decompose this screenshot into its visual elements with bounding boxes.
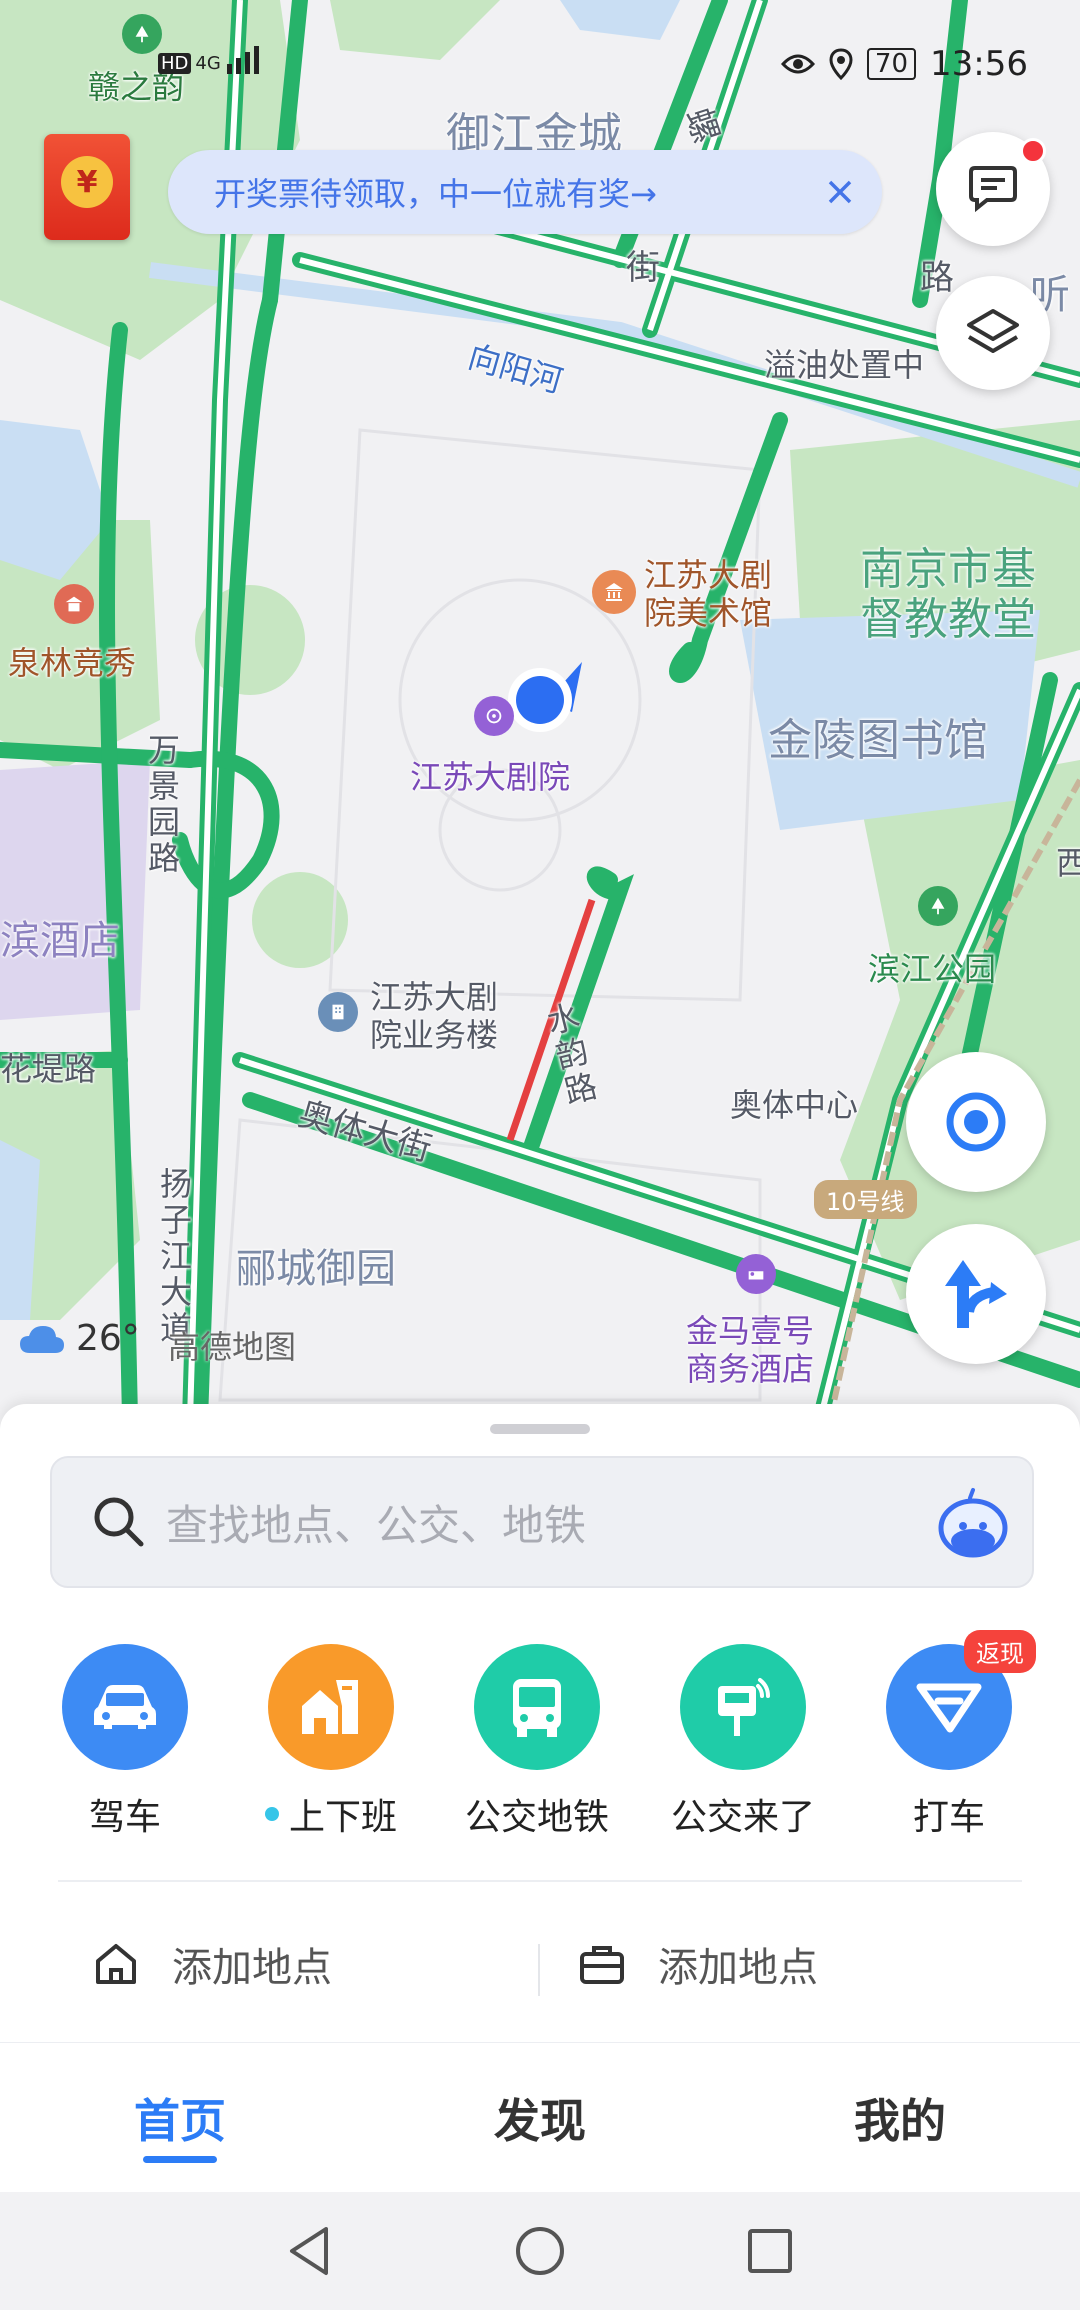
bus-arrival-label: 公交来了 [670, 1797, 815, 1838]
business-building-pin-icon[interactable] [318, 992, 358, 1032]
cashback-badge: 返现 [964, 1630, 1036, 1673]
metro-line-10-badge: 10号线 [814, 1180, 917, 1219]
map-label-jie: 街 [626, 248, 660, 288]
add-home-button[interactable]: 添加地点 [0, 1935, 540, 1993]
eye-icon [780, 52, 815, 76]
back-icon[interactable] [280, 2221, 340, 2281]
red-packet-button[interactable]: ¥ [44, 134, 130, 240]
map-label-aoti-center: 奥体中心 [730, 1086, 859, 1124]
tab-discover-label: 发现 [494, 2094, 586, 2148]
map-label-jiangsu-theatre: 江苏大剧院 [410, 758, 571, 796]
sheet-drag-handle[interactable] [490, 1424, 590, 1434]
quick-actions: 驾车 上下班 公交地铁 公交来了 返现 打车 [0, 1630, 1080, 1840]
cloud-icon [20, 1325, 64, 1353]
bottom-sheet: 查找地点、公交、地铁 驾车 上下班 公交地铁 公交来了 返现 打车 添加地点 添… [0, 1404, 1080, 2044]
map-label-nanjing-church: 南京市基 督教教堂 [860, 544, 1036, 645]
car-icon [62, 1644, 188, 1770]
commute-dot [264, 1807, 279, 1821]
map-label-binjiang-park: 滨江公园 [868, 950, 997, 988]
battery-level: 70 [874, 49, 909, 79]
search-icon [90, 1493, 148, 1551]
map-label-wanjingyuan: 万 景 园 路 [148, 731, 181, 877]
network-indicator: HD 4G [158, 44, 265, 74]
network-type: 4G [195, 53, 221, 74]
drive-label: 驾车 [88, 1797, 161, 1838]
route-arrow-icon [945, 1260, 1007, 1328]
taxi-button[interactable]: 返现 打车 [846, 1630, 1052, 1840]
theatre-pin-icon[interactable] [474, 696, 514, 736]
temperature: 26° [76, 1318, 140, 1359]
map-label-business-building: 江苏大剧 院业务楼 [370, 978, 499, 1054]
search-placeholder: 查找地点、公交、地铁 [166, 1500, 587, 1550]
lottery-banner[interactable]: 开奖票待领取，中一位就有奖→ [168, 150, 882, 234]
status-time: 13:56 [930, 44, 1028, 84]
drive-button[interactable]: 驾车 [22, 1644, 228, 1840]
hotel-pin-icon[interactable] [736, 1254, 776, 1294]
briefcase-icon [576, 1938, 628, 1990]
bottom-tab-bar: 首页 发现 我的 [0, 2042, 1080, 2193]
add-home-label: 添加地点 [172, 1945, 332, 1991]
map-label-yangzijiang: 扬 子 江 大 道 [160, 1165, 193, 1347]
message-button[interactable] [936, 132, 1050, 246]
close-icon[interactable] [818, 170, 862, 214]
bus-metro-button[interactable]: 公交地铁 [434, 1644, 640, 1840]
tab-mine[interactable]: 我的 [720, 2043, 1080, 2193]
map-label-yiyouchu: 溢油处置中 [764, 346, 925, 384]
map-label-jinling-library: 金陵图书馆 [768, 715, 988, 766]
park-pin-icon[interactable] [918, 886, 958, 926]
map-view[interactable]: 赣之韵 御江金城 向阳河 溢油处置中 听 南京市基 督教教堂 泉林竞秀 江苏大剧… [0, 0, 1080, 1428]
lottery-banner-text: 开奖票待领取，中一位就有奖→ [214, 175, 657, 213]
message-icon [969, 166, 1017, 213]
map-label-lu: 路 [920, 258, 954, 298]
bus-metro-label: 公交地铁 [464, 1797, 609, 1838]
layers-icon [967, 309, 1019, 353]
unread-dot [1020, 138, 1046, 164]
map-label-quanlin: 泉林竞秀 [8, 644, 137, 682]
add-work-label: 添加地点 [658, 1945, 818, 1991]
map-label-art-museum: 江苏大剧 院美术馆 [644, 556, 773, 632]
map-label-huadilu: 花堤路 [0, 1050, 97, 1088]
tab-discover[interactable]: 发现 [360, 2043, 720, 2193]
red-packet-coin-icon: ¥ [61, 156, 113, 208]
locate-button[interactable] [906, 1052, 1046, 1192]
weather-widget[interactable]: 26° [18, 1318, 140, 1359]
saved-places: 添加地点 添加地点 [0, 1904, 1080, 2024]
commute-label: 上下班 [288, 1797, 397, 1838]
commute-button[interactable]: 上下班 [228, 1644, 434, 1840]
map-label-xi: 西 [1056, 844, 1080, 882]
bus-icon [474, 1644, 600, 1770]
location-status-icon [829, 48, 853, 80]
tab-home[interactable]: 首页 [0, 2043, 360, 2193]
art-museum-pin-icon[interactable] [592, 570, 636, 614]
commute-icon [268, 1644, 394, 1770]
map-label-yicheng: 郦城御园 [236, 1246, 396, 1292]
signal-icon [226, 46, 259, 74]
search-bar[interactable]: 查找地点、公交、地铁 [50, 1456, 1034, 1588]
recents-icon[interactable] [740, 2221, 800, 2281]
battery-icon: 70 [866, 48, 917, 80]
home-icon [90, 1938, 142, 1990]
map-label-jinma-hotel: 金马壹号 商务酒店 [686, 1312, 815, 1388]
layers-button[interactable] [936, 276, 1050, 390]
ganzhiyun-pin-icon[interactable] [122, 14, 162, 54]
tab-active-indicator [143, 2156, 217, 2163]
map-label-hotel: 滨酒店 [0, 918, 120, 964]
taxi-label: 打车 [912, 1797, 985, 1838]
bus-stop-icon [680, 1644, 806, 1770]
locate-icon [946, 1092, 1006, 1152]
status-bar: 70 13:56 [780, 40, 1028, 88]
section-divider [58, 1880, 1022, 1882]
places-separator [538, 1944, 540, 1996]
voice-assistant-icon[interactable] [936, 1486, 1010, 1558]
system-navigation-bar [0, 2192, 1080, 2310]
quanlin-pin-icon[interactable] [54, 584, 94, 624]
home-circle-icon[interactable] [510, 2221, 570, 2281]
bus-arrival-button[interactable]: 公交来了 [640, 1644, 846, 1840]
route-button[interactable] [906, 1224, 1046, 1364]
add-work-button[interactable]: 添加地点 [540, 1935, 1080, 1993]
tab-mine-label: 我的 [854, 2094, 946, 2148]
amap-logo: 高德地图 [168, 1328, 297, 1366]
tab-home-label: 首页 [134, 2094, 226, 2148]
